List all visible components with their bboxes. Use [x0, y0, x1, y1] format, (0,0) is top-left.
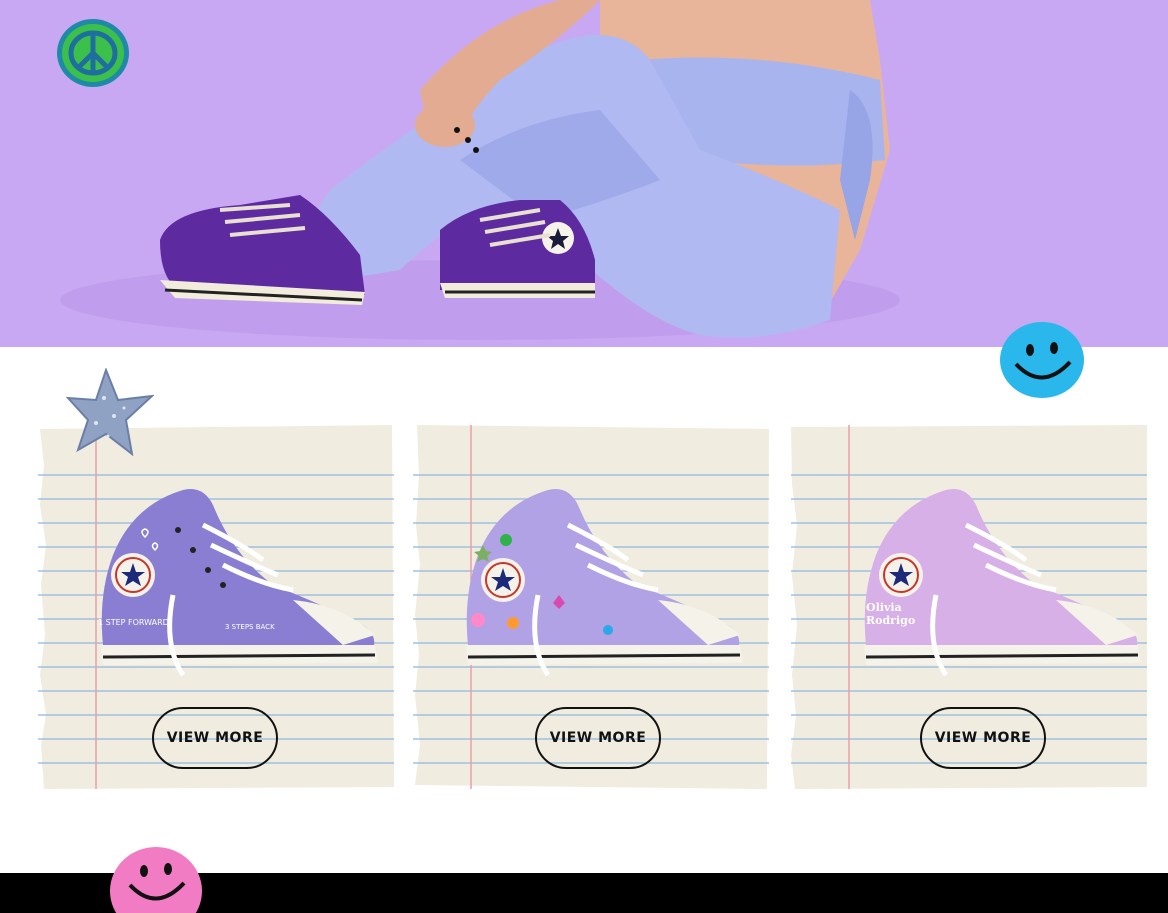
pink-smiley-sticker-icon	[110, 847, 202, 913]
shoe-text-right: 3 STEPS BACK	[225, 623, 275, 631]
glitter-star-sticker-icon	[66, 368, 154, 457]
shoe-image-3: Olivia Rodrigo	[864, 489, 1141, 677]
product-cards-section: 1 STEP FORWARD 3 STEPS BACK VIEW MORE VI…	[0, 347, 1168, 873]
blue-smiley-sticker-icon	[1000, 322, 1084, 398]
hero-banner	[0, 0, 1168, 347]
product-card: Olivia Rodrigo VIEW MORE	[791, 425, 1147, 789]
product-card: 1 STEP FORWARD 3 STEPS BACK VIEW MORE	[38, 425, 394, 789]
product-card: VIEW MORE	[413, 425, 769, 789]
view-more-button[interactable]: VIEW MORE	[152, 707, 278, 769]
hero-image	[0, 0, 1168, 347]
view-more-button[interactable]: VIEW MORE	[535, 707, 661, 769]
shoe-image-2	[466, 489, 743, 677]
view-more-button[interactable]: VIEW MORE	[920, 707, 1046, 769]
peace-sign-sticker-icon	[57, 19, 129, 87]
shoe-image-1: 1 STEP FORWARD 3 STEPS BACK	[98, 489, 378, 677]
shoe-text-olivia: Olivia	[866, 601, 902, 614]
shoe-text-left: 1 STEP FORWARD	[98, 618, 169, 627]
shoe-text-rodrigo: Rodrigo	[866, 614, 915, 627]
